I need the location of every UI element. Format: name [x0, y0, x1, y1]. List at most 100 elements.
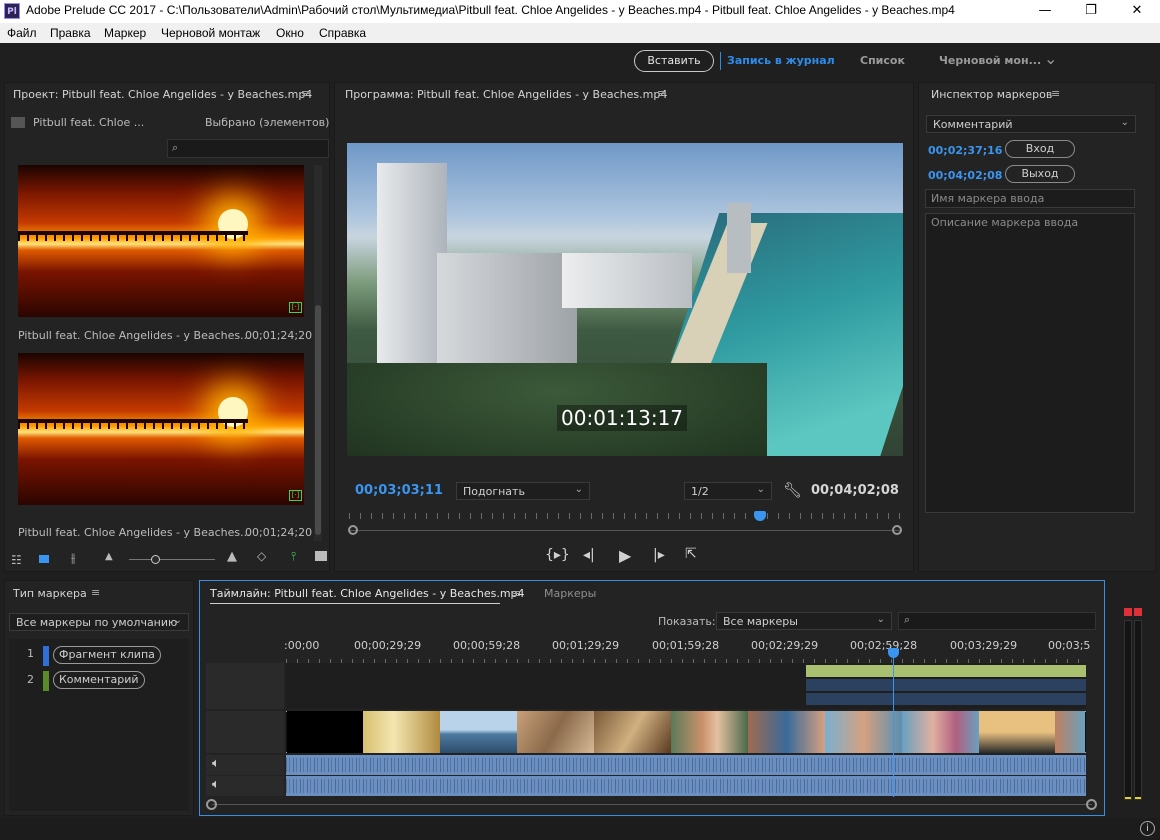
fit-dropdown[interactable]: Подогнать ⌄: [456, 482, 590, 500]
workspace-more-icon[interactable]: ⌄: [1044, 49, 1057, 68]
menu-rough-cut[interactable]: Черновой монтаж: [161, 26, 260, 40]
zoom-start-handle[interactable]: [206, 799, 217, 810]
play-icon[interactable]: ▶: [619, 546, 631, 565]
info-icon[interactable]: i: [1140, 821, 1155, 836]
sort-icon[interactable]: ⫲: [71, 551, 75, 566]
clip-thumbnail[interactable]: [·]: [18, 165, 304, 317]
comment-marker[interactable]: [806, 665, 1086, 677]
resolution-dropdown[interactable]: 1/2 ⌄: [684, 482, 772, 500]
project-panel-title[interactable]: Проект: Pitbull feat. Chloe Angelides - …: [13, 88, 312, 101]
timeline-zoom-bar[interactable]: [212, 804, 1092, 805]
timeline-search-input[interactable]: ⌕: [898, 612, 1096, 630]
timecode-tick: 00;02;59;28: [850, 639, 918, 652]
workspace-tab-rough-cut[interactable]: Черновой мон...: [939, 54, 1041, 67]
marker-type-number: 2: [27, 673, 34, 686]
scrub-end-handle[interactable]: [892, 525, 902, 535]
inspector-menu-icon[interactable]: ≡: [1051, 87, 1060, 100]
zoom-in-icon[interactable]: ▲: [227, 549, 237, 564]
project-panel: Проект: Pitbull feat. Chloe Angelides - …: [4, 82, 330, 572]
video-frame-thumb: [902, 711, 979, 753]
video-track-header: [206, 711, 284, 753]
program-title[interactable]: Программа: Pitbull feat. Chloe Angelides…: [345, 88, 667, 101]
marker-type-menu-icon[interactable]: ≡: [91, 586, 100, 599]
close-button[interactable]: ✕: [1114, 0, 1160, 23]
timeline-panel: Таймлайн: Pitbull feat. Chloe Angelides …: [199, 580, 1105, 816]
meter-level: [1125, 797, 1131, 799]
video-frame-thumb: [287, 711, 363, 753]
speaker-icon[interactable]: 🔈︎: [212, 777, 220, 792]
step-forward-icon[interactable]: |▸: [653, 547, 665, 563]
workspace-tab-list[interactable]: Список: [860, 54, 905, 67]
inspector-title[interactable]: Инспектор маркеров: [931, 88, 1052, 101]
project-panel-menu-icon[interactable]: ≡: [301, 87, 310, 100]
in-timecode[interactable]: 00;02;37;16: [928, 144, 1002, 157]
program-menu-icon[interactable]: ≡: [657, 87, 666, 100]
marker-type-title[interactable]: Тип маркера: [13, 587, 87, 600]
marker-type-dropdown[interactable]: Комментарий ⌄: [926, 115, 1136, 133]
show-markers-dropdown[interactable]: Все маркеры ⌄: [716, 612, 892, 630]
clip-indicator[interactable]: [1124, 608, 1132, 616]
timeline-title[interactable]: Таймлайн: Pitbull feat. Chloe Angelides …: [210, 587, 525, 600]
title-bar: Pl Adobe Prelude CC 2017 - C:\Пользовате…: [0, 0, 1160, 23]
in-button[interactable]: Вход: [1005, 140, 1075, 158]
workspace-tab-logging[interactable]: Запись в журнал: [727, 54, 835, 67]
video-frame[interactable]: 00:01:13:17: [347, 143, 903, 456]
clip-name[interactable]: Pitbull feat. Chloe Angelides - y Beache…: [18, 526, 251, 539]
clip-thumbnail[interactable]: [·]: [18, 353, 304, 505]
speaker-icon[interactable]: 🔈︎: [212, 756, 220, 771]
meter-level: [1135, 797, 1141, 799]
icon-view-icon[interactable]: [39, 555, 49, 563]
zoom-slider-handle[interactable]: [151, 555, 160, 564]
time-ruler[interactable]: [349, 513, 901, 519]
scrollbar-thumb[interactable]: [315, 305, 321, 535]
video-frame-thumb: [979, 711, 1055, 753]
zoom-end-handle[interactable]: [1086, 799, 1097, 810]
playhead[interactable]: [754, 511, 767, 521]
list-view-icon[interactable]: ☷: [11, 553, 22, 567]
zoom-slider[interactable]: [129, 555, 215, 564]
fit-value: Подогнать: [463, 485, 525, 498]
export-frame-icon[interactable]: ⇱: [685, 546, 697, 562]
step-back-icon[interactable]: ◂|: [583, 547, 595, 563]
insert-button[interactable]: Вставить: [634, 50, 714, 72]
marker-name-field[interactable]: Имя маркера ввода: [925, 189, 1135, 208]
status-bar: i: [0, 818, 1160, 840]
marker-description-field[interactable]: Описание маркера ввода: [925, 213, 1135, 513]
zoom-out-icon[interactable]: ▲: [105, 551, 113, 562]
expand-icon[interactable]: ◇: [257, 549, 266, 563]
marker-type-clip-button[interactable]: Фрагмент клипа: [53, 646, 161, 664]
current-timecode[interactable]: 00;03;03;11: [355, 483, 443, 498]
clip-indicator[interactable]: [1134, 608, 1142, 616]
marker-preset-dropdown[interactable]: Все маркеры по умолчанию ⌄: [9, 613, 189, 631]
menu-file[interactable]: Файл: [7, 26, 37, 40]
menu-marker[interactable]: Маркер: [104, 26, 146, 40]
audio-clip[interactable]: [286, 776, 1086, 796]
scrub-bar[interactable]: [349, 530, 901, 531]
tab-markers[interactable]: Маркеры: [544, 587, 596, 600]
out-button[interactable]: Выход: [1005, 165, 1075, 183]
clip-name[interactable]: Pitbull feat. Chloe Angelides - y Beache…: [18, 329, 251, 342]
out-timecode[interactable]: 00;04;02;08: [928, 169, 1002, 182]
project-scrollbar[interactable]: [314, 165, 322, 541]
project-search-input[interactable]: ⌕: [167, 139, 329, 158]
scrub-start-handle[interactable]: [348, 525, 358, 535]
timecode-tick: 00;03;5: [1048, 639, 1091, 652]
minimize-button[interactable]: —: [1022, 0, 1068, 23]
app-icon: Pl: [4, 3, 20, 19]
new-bin-icon[interactable]: [315, 551, 327, 561]
audio-clip[interactable]: [286, 755, 1086, 775]
clip-badge-icon: [·]: [289, 490, 302, 501]
marker-type-comment-button[interactable]: Комментарий: [53, 671, 145, 689]
menu-help[interactable]: Справка: [319, 26, 366, 40]
audio-waveform: [286, 758, 1086, 772]
in-out-icon[interactable]: {▸}: [545, 547, 570, 563]
active-tab-underline: [210, 603, 500, 604]
restore-button[interactable]: ❐: [1068, 0, 1114, 23]
marker-type-color-swatch: [43, 646, 49, 666]
timeline-menu-icon[interactable]: ≡: [512, 587, 521, 600]
autoplay-icon[interactable]: ⫯: [291, 549, 296, 564]
wrench-icon[interactable]: 🔧︎: [783, 481, 802, 499]
menu-window[interactable]: Окно: [276, 26, 304, 40]
chevron-down-icon: ⌄: [756, 484, 765, 495]
menu-edit[interactable]: Правка: [50, 26, 91, 40]
